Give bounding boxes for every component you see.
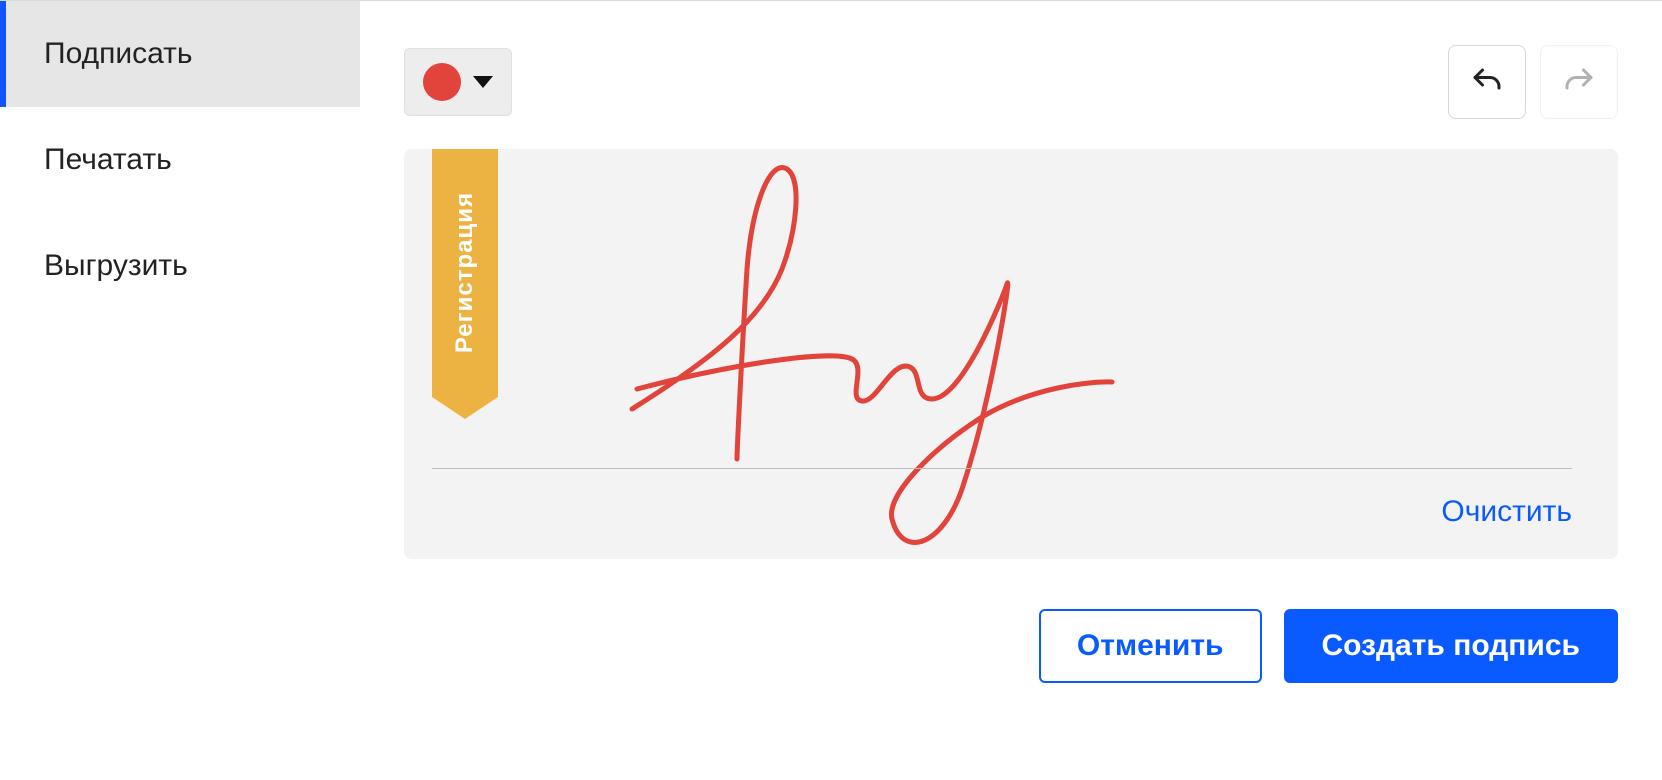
undo-button[interactable] <box>1448 45 1526 119</box>
app-root: Подписать Печатать Выгрузить <box>0 0 1662 780</box>
toolbar <box>404 45 1618 119</box>
color-swatch <box>423 63 461 101</box>
sidebar-item-label: Печатать <box>44 143 172 177</box>
signature-pad[interactable] <box>432 169 1572 469</box>
main-panel: Регистрация Очистить Отменить Создать по… <box>360 1 1662 780</box>
cancel-button[interactable]: Отменить <box>1039 609 1262 683</box>
create-signature-button[interactable]: Создать подпись <box>1284 609 1619 683</box>
sidebar-item-label: Выгрузить <box>44 249 188 283</box>
sidebar: Подписать Печатать Выгрузить <box>0 1 360 780</box>
redo-icon <box>1561 64 1597 100</box>
redo-button[interactable] <box>1540 45 1618 119</box>
signature-baseline <box>432 468 1572 469</box>
sidebar-item-export[interactable]: Выгрузить <box>0 213 360 319</box>
color-picker[interactable] <box>404 48 512 116</box>
signature-stroke <box>592 149 1152 569</box>
sidebar-item-print[interactable]: Печатать <box>0 107 360 213</box>
footer-actions: Отменить Создать подпись <box>404 609 1618 683</box>
signature-canvas-area: Регистрация Очистить <box>404 149 1618 559</box>
chevron-down-icon <box>473 76 493 88</box>
sidebar-item-sign[interactable]: Подписать <box>0 1 360 107</box>
undo-redo-group <box>1448 45 1618 119</box>
sidebar-item-label: Подписать <box>44 37 193 71</box>
undo-icon <box>1469 64 1505 100</box>
clear-signature-link[interactable]: Очистить <box>1441 495 1572 529</box>
button-label: Создать подпись <box>1322 629 1581 663</box>
button-label: Отменить <box>1077 629 1224 663</box>
